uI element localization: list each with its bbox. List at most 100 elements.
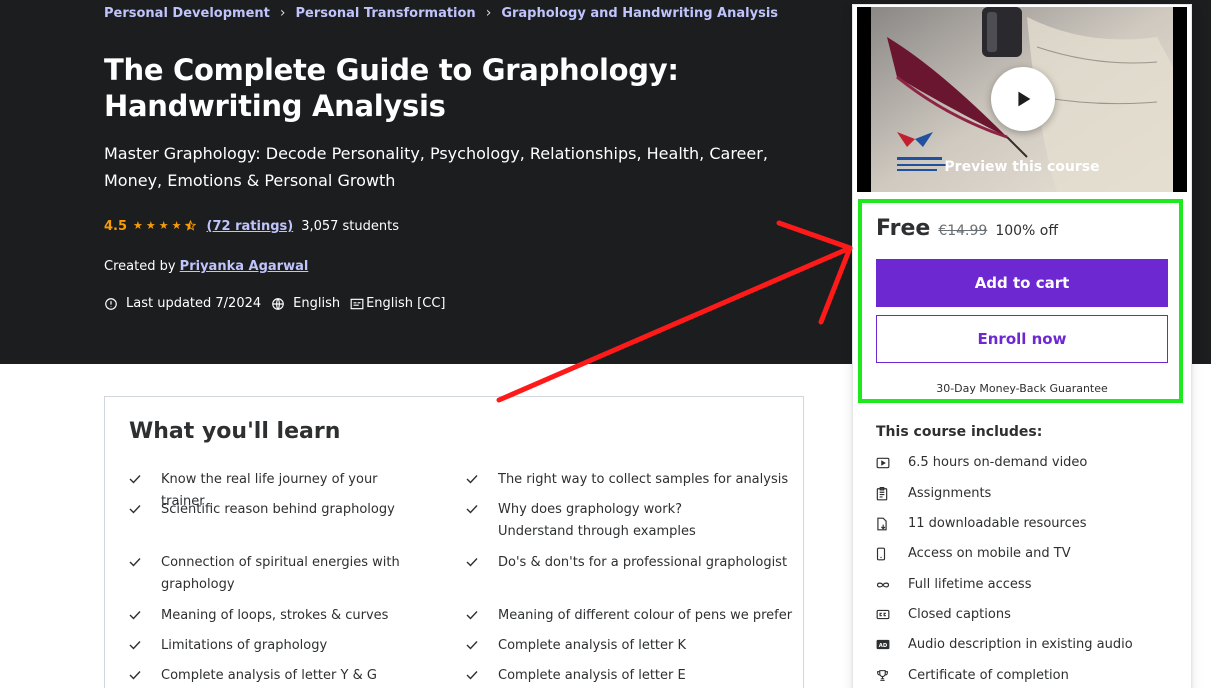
breadcrumb-item[interactable]: Personal Transformation (295, 6, 475, 21)
rating-value: 4.5 (104, 219, 128, 234)
breadcrumb-item[interactable]: Graphology and Handwriting Analysis (501, 6, 778, 21)
globe-icon (272, 297, 284, 310)
check-icon (466, 552, 498, 574)
star-rating: ★ ★ ★ ★ (133, 219, 199, 233)
play-button[interactable] (991, 67, 1055, 131)
learn-item: Complete analysis of letter K (466, 635, 798, 657)
author-link[interactable]: Priyanka Agarwal (180, 259, 309, 274)
assignment-icon (876, 486, 908, 501)
learn-title: What you'll learn (129, 419, 341, 444)
star-icon: ★ (171, 219, 182, 232)
include-text: Assignments (908, 486, 992, 501)
include-text: 6.5 hours on-demand video (908, 455, 1088, 470)
include-text: Audio description in existing audio (908, 637, 1133, 652)
closed-captions-icon (876, 609, 908, 620)
include-item: 6.5 hours on-demand video (876, 455, 1087, 470)
download-file-icon (876, 517, 908, 531)
course-page: Personal Development › Personal Transfor… (0, 0, 1211, 688)
breadcrumb: Personal Development › Personal Transfor… (104, 5, 778, 21)
check-icon (466, 605, 498, 627)
course-title: The Complete Guide to Graphology: Handwr… (104, 52, 744, 124)
learn-item: Complete analysis of letter Y & G (129, 665, 421, 687)
learn-item: The right way to collect samples for ana… (466, 469, 798, 491)
last-updated-text: Last updated 7/2024 (126, 296, 262, 311)
video-icon (876, 457, 908, 469)
include-item: Assignments (876, 486, 991, 501)
learn-item-text: Meaning of loops, strokes & curves (161, 608, 389, 623)
breadcrumb-item[interactable]: Personal Development (104, 6, 270, 21)
breadcrumb-separator: › (485, 5, 492, 21)
star-icon: ★ (145, 219, 156, 232)
learn-item-text: Scientific reason behind graphology (161, 502, 395, 517)
check-icon (129, 605, 161, 627)
mobile-icon (876, 547, 908, 561)
include-item: 11 downloadable resources (876, 516, 1087, 531)
learn-item-text: Complete analysis of letter E (498, 668, 686, 683)
captions-text: English [CC] (366, 296, 446, 311)
learn-item-text: Connection of spiritual energies with gr… (161, 555, 400, 592)
students-count: 3,057 students (301, 219, 400, 234)
created-by-label: Created by (104, 259, 176, 274)
course-title-line2: Handwriting Analysis (104, 89, 446, 123)
check-icon (466, 469, 498, 491)
audio-description-icon: AD (876, 639, 908, 650)
highlight-box (858, 199, 1183, 403)
include-item: AD Audio description in existing audio (876, 637, 1133, 652)
course-title-line1: The Complete Guide to Graphology: (104, 53, 679, 87)
alert-clock-icon (105, 297, 117, 310)
breadcrumb-separator: › (279, 5, 286, 21)
check-icon (466, 499, 498, 543)
learn-item-text: Complete analysis of letter Y & G (161, 668, 377, 683)
star-icon: ★ (133, 219, 143, 232)
check-icon (129, 552, 161, 596)
course-meta: Last updated 7/2024 English English [CC] (104, 296, 455, 311)
learn-item: Complete analysis of letter E (466, 665, 798, 687)
include-text: Access on mobile and TV (908, 546, 1071, 561)
last-updated: Last updated 7/2024 (104, 296, 261, 311)
learn-item-text: Do's & don'ts for a professional graphol… (498, 555, 788, 570)
ratings-count-link[interactable]: (72 ratings) (207, 219, 294, 234)
created-by: Created by Priyanka Agarwal (104, 259, 308, 274)
learn-item: Limitations of graphology (129, 635, 421, 657)
preview-label: Preview this course (944, 159, 1100, 175)
learn-item-text: Meaning of different colour of pens we p… (498, 608, 793, 623)
what-youll-learn: What you'll learn Know the real life jou… (104, 396, 804, 688)
course-subtitle: Master Graphology: Decode Personality, P… (104, 144, 768, 190)
learn-item-text: Why does graphology work? Understand thr… (498, 502, 696, 539)
check-icon (129, 635, 161, 657)
learn-item: Connection of spiritual energies with gr… (129, 552, 421, 596)
include-text: Certificate of completion (908, 668, 1069, 683)
include-item: Closed captions (876, 607, 1011, 622)
learn-item: Scientific reason behind graphology (129, 499, 421, 521)
learn-item-text: Complete analysis of letter K (498, 638, 687, 653)
star-icon: ★ (158, 219, 169, 232)
language: English (271, 296, 340, 311)
learn-item: Why does graphology work? Understand thr… (466, 499, 758, 543)
include-item: Certificate of completion (876, 668, 1069, 683)
infinity-icon (876, 581, 908, 589)
check-icon (466, 665, 498, 687)
check-icon (466, 635, 498, 657)
include-text: Closed captions (908, 607, 1011, 622)
learn-item-text: The right way to collect samples for ana… (498, 472, 789, 487)
language-text: English (293, 296, 341, 311)
learn-item-text: Limitations of graphology (161, 638, 328, 653)
learn-item: Meaning of loops, strokes & curves (129, 605, 421, 627)
play-icon (1018, 91, 1031, 107)
include-item: Full lifetime access (876, 577, 1031, 592)
half-star-icon (184, 219, 196, 233)
trophy-icon (876, 669, 908, 682)
captions: English [CC] (350, 296, 445, 311)
rating-row: 4.5 ★ ★ ★ ★ (72 ratings) 3,057 students (104, 219, 399, 234)
check-icon (129, 665, 161, 687)
include-text: 11 downloadable resources (908, 516, 1087, 531)
include-item: Access on mobile and TV (876, 546, 1071, 561)
course-preview[interactable]: Preview this course (857, 7, 1187, 192)
svg-text:AD: AD (879, 643, 888, 649)
captions-icon (350, 298, 364, 309)
learn-item: Meaning of different colour of pens we p… (466, 605, 798, 627)
include-text: Full lifetime access (908, 577, 1032, 592)
check-icon (129, 499, 161, 521)
learn-item: Do's & don'ts for a professional graphol… (466, 552, 798, 574)
includes-title: This course includes: (876, 424, 1043, 440)
